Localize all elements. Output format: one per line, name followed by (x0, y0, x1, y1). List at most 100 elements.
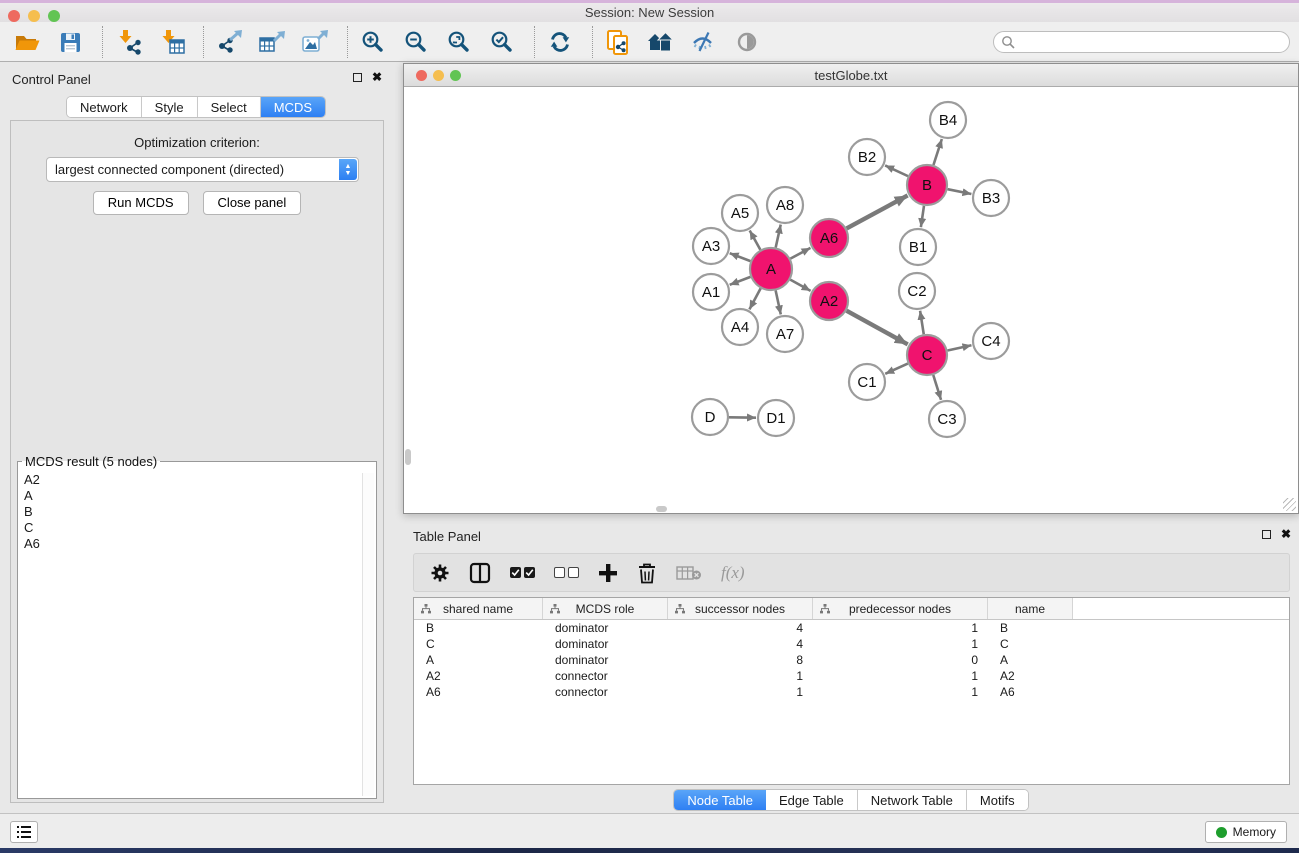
close-panel-button[interactable]: Close panel (203, 191, 302, 215)
table-cell[interactable]: A6 (988, 684, 1073, 700)
table-cell[interactable]: A (414, 652, 543, 668)
deselect-all-button[interactable] (554, 560, 579, 586)
close-table-panel-icon[interactable]: ✖ (1281, 529, 1291, 539)
table-cell[interactable]: connector (543, 668, 668, 684)
edge-A-A8[interactable] (776, 225, 781, 248)
mcds-result-item[interactable]: A6 (19, 536, 360, 552)
network-canvas[interactable]: B4B2BB3A8A5A6A3B1AA1C2A2A4A7C4CC1C3DD1 (404, 87, 1298, 513)
column-header-shared-name[interactable]: shared name (414, 598, 543, 619)
table-cell[interactable]: connector (543, 684, 668, 700)
tab-motifs[interactable]: Motifs (967, 790, 1028, 810)
table-row[interactable]: A6connector11A6 (414, 684, 1289, 700)
edge-A6-B[interactable] (847, 195, 908, 228)
open-session-button[interactable] (12, 27, 42, 57)
edge-C-C1[interactable] (885, 364, 908, 374)
task-history-button[interactable] (10, 821, 38, 843)
table-cell[interactable]: dominator (543, 652, 668, 668)
column-header-name[interactable]: name (988, 598, 1073, 619)
table-cell[interactable]: C (414, 636, 543, 652)
table-cell[interactable]: 1 (813, 636, 988, 652)
edge-A-A2[interactable] (790, 280, 810, 291)
mcds-result-item[interactable]: B (19, 504, 360, 520)
table-cell[interactable]: A6 (414, 684, 543, 700)
export-image-button[interactable] (300, 27, 330, 57)
table-cell[interactable]: A2 (414, 668, 543, 684)
zoom-out-button[interactable] (401, 27, 431, 57)
table-cell[interactable]: 8 (668, 652, 813, 668)
mcds-result-item[interactable]: A2 (19, 472, 360, 488)
edge-B-B1[interactable] (921, 206, 924, 227)
table-cell[interactable]: 1 (668, 668, 813, 684)
edge-A-A7[interactable] (776, 291, 781, 315)
edge-B-B4[interactable] (933, 139, 941, 165)
mcds-result-item[interactable]: A (19, 488, 360, 504)
table-cell[interactable]: B (988, 620, 1073, 636)
optimization-criterion-select[interactable]: largest connected component (directed) ▲… (46, 157, 359, 182)
tab-node-table[interactable]: Node Table (674, 790, 766, 810)
tab-edge-table[interactable]: Edge Table (766, 790, 858, 810)
vertical-scroll-thumb[interactable] (405, 449, 411, 465)
float-panel-icon[interactable] (353, 73, 362, 82)
run-mcds-button[interactable]: Run MCDS (93, 191, 189, 215)
tab-network[interactable]: Network (67, 97, 142, 117)
import-network-button[interactable] (113, 27, 143, 57)
resize-grip[interactable] (1283, 498, 1296, 511)
table-cell[interactable]: C (988, 636, 1073, 652)
edge-A-A1[interactable] (730, 277, 751, 285)
tab-network-table[interactable]: Network Table (858, 790, 967, 810)
search-input[interactable] (1016, 35, 1276, 49)
tab-select[interactable]: Select (198, 97, 261, 117)
table-cell[interactable]: 1 (813, 620, 988, 636)
function-builder-button[interactable]: f(x) (721, 560, 745, 586)
refresh-button[interactable] (545, 27, 575, 57)
table-row[interactable]: Adominator80A (414, 652, 1289, 668)
edge-B-B2[interactable] (885, 165, 908, 176)
tab-mcds[interactable]: MCDS (261, 97, 325, 117)
delete-row-button[interactable] (637, 560, 657, 586)
edge-A-A3[interactable] (730, 253, 751, 261)
table-cell[interactable]: 4 (668, 636, 813, 652)
table-row[interactable]: A2connector11A2 (414, 668, 1289, 684)
import-table-button[interactable] (156, 27, 186, 57)
table-cell[interactable]: 1 (813, 668, 988, 684)
table-row[interactable]: Bdominator41B (414, 620, 1289, 636)
table-settings-button[interactable] (430, 560, 450, 586)
save-session-button[interactable] (55, 27, 85, 57)
edge-C-C3[interactable] (933, 375, 941, 400)
tab-style[interactable]: Style (142, 97, 198, 117)
edge-C-C4[interactable] (948, 345, 972, 350)
duplicate-network-button[interactable] (603, 27, 633, 57)
table-cell[interactable]: 1 (668, 684, 813, 700)
network-window-titlebar[interactable]: testGlobe.txt (404, 64, 1298, 87)
column-header-predecessor-nodes[interactable]: predecessor nodes (813, 598, 988, 619)
table-cell[interactable]: dominator (543, 636, 668, 652)
column-header-successor-nodes[interactable]: successor nodes (668, 598, 813, 619)
zoom-in-button[interactable] (358, 27, 388, 57)
export-network-button[interactable] (214, 27, 244, 57)
edge-A-A5[interactable] (750, 230, 761, 249)
add-row-button[interactable] (598, 560, 618, 586)
edge-A2-C[interactable] (847, 311, 908, 345)
mcds-result-item[interactable]: C (19, 520, 360, 536)
mcds-result-list[interactable]: A2ABCA6 (19, 472, 360, 797)
home-button[interactable] (646, 27, 676, 57)
zoom-fit-button[interactable] (444, 27, 474, 57)
memory-button[interactable]: Memory (1205, 821, 1287, 843)
search-field[interactable] (993, 31, 1290, 53)
mcds-result-scrollbar[interactable] (362, 473, 374, 796)
edge-A-A4[interactable] (749, 288, 760, 309)
table-cell[interactable]: 1 (813, 684, 988, 700)
delete-table-button[interactable] (676, 560, 702, 586)
table-row[interactable]: Cdominator41C (414, 636, 1289, 652)
show-column-button[interactable] (469, 560, 491, 586)
show-panel-button[interactable] (732, 27, 762, 57)
edge-C-C2[interactable] (920, 311, 924, 334)
table-cell[interactable]: A2 (988, 668, 1073, 684)
edge-B-B3[interactable] (948, 189, 972, 194)
close-panel-icon[interactable]: ✖ (372, 72, 382, 82)
table-cell[interactable]: 0 (813, 652, 988, 668)
table-cell[interactable]: dominator (543, 620, 668, 636)
hide-panel-button[interactable] (689, 27, 719, 57)
column-header-MCDS-role[interactable]: MCDS role (543, 598, 668, 619)
select-all-button[interactable] (510, 560, 535, 586)
